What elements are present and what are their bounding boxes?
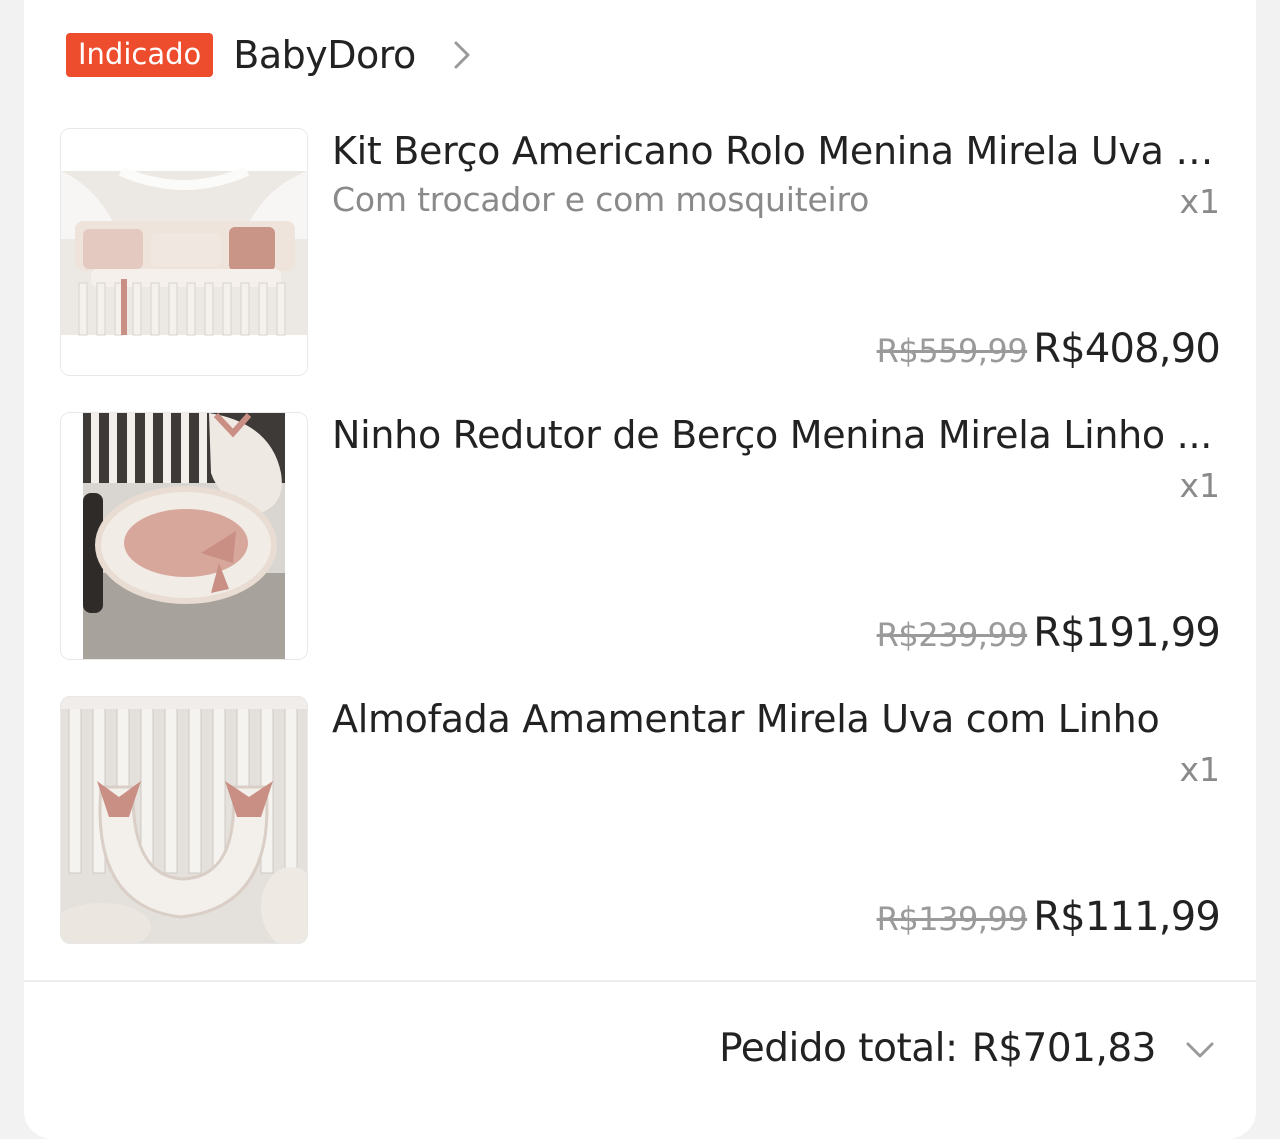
shop-name[interactable]: BabyDoro bbox=[233, 33, 416, 77]
order-total-value: R$701,83 bbox=[971, 1026, 1157, 1071]
order-item[interactable]: Ninho Redutor de Berço Menina Mirela Lin… bbox=[60, 412, 1222, 660]
sale-price: R$408,90 bbox=[1033, 326, 1221, 372]
recommended-badge: Indicado bbox=[66, 33, 214, 77]
sale-price: R$191,99 bbox=[1033, 610, 1221, 656]
order-total-row[interactable]: Pedido total: R$701,83 bbox=[719, 1026, 1220, 1071]
shop-header[interactable]: Indicado BabyDoro bbox=[66, 30, 482, 80]
order-item[interactable]: Kit Berço Americano Rolo Menina Mirela U… bbox=[60, 128, 1222, 376]
product-quantity: x1 bbox=[1179, 182, 1220, 221]
chevron-right-icon[interactable] bbox=[442, 35, 482, 75]
original-price: R$559,99 bbox=[876, 332, 1028, 370]
original-price: R$139,99 bbox=[876, 900, 1028, 938]
product-quantity: x1 bbox=[1179, 750, 1220, 789]
product-image-crib-kit[interactable] bbox=[60, 128, 308, 376]
price-row: R$559,99 R$408,90 bbox=[876, 326, 1221, 372]
price-row: R$139,99 R$111,99 bbox=[876, 894, 1221, 940]
product-title[interactable]: Almofada Amamentar Mirela Uva com Linho bbox=[332, 696, 1222, 742]
product-title[interactable]: Kit Berço Americano Rolo Menina Mirela U… bbox=[332, 128, 1222, 174]
chevron-down-icon[interactable] bbox=[1180, 1029, 1220, 1069]
product-image-baby-nest[interactable] bbox=[60, 412, 308, 660]
original-price: R$239,99 bbox=[876, 616, 1028, 654]
product-variant: Com trocador e com mosquiteiro bbox=[332, 180, 870, 219]
price-row: R$239,99 R$191,99 bbox=[876, 610, 1221, 656]
product-image-nursing-pillow[interactable] bbox=[60, 696, 308, 944]
order-item[interactable]: Almofada Amamentar Mirela Uva com Linho … bbox=[60, 696, 1222, 944]
order-total-label: Pedido total: bbox=[719, 1026, 958, 1071]
order-card: Indicado BabyDoro Kit Berço Americano Ro… bbox=[24, 0, 1256, 1139]
product-title[interactable]: Ninho Redutor de Berço Menina Mirela Lin… bbox=[332, 412, 1222, 458]
sale-price: R$111,99 bbox=[1033, 894, 1221, 940]
divider bbox=[24, 980, 1256, 982]
product-quantity: x1 bbox=[1179, 466, 1220, 505]
